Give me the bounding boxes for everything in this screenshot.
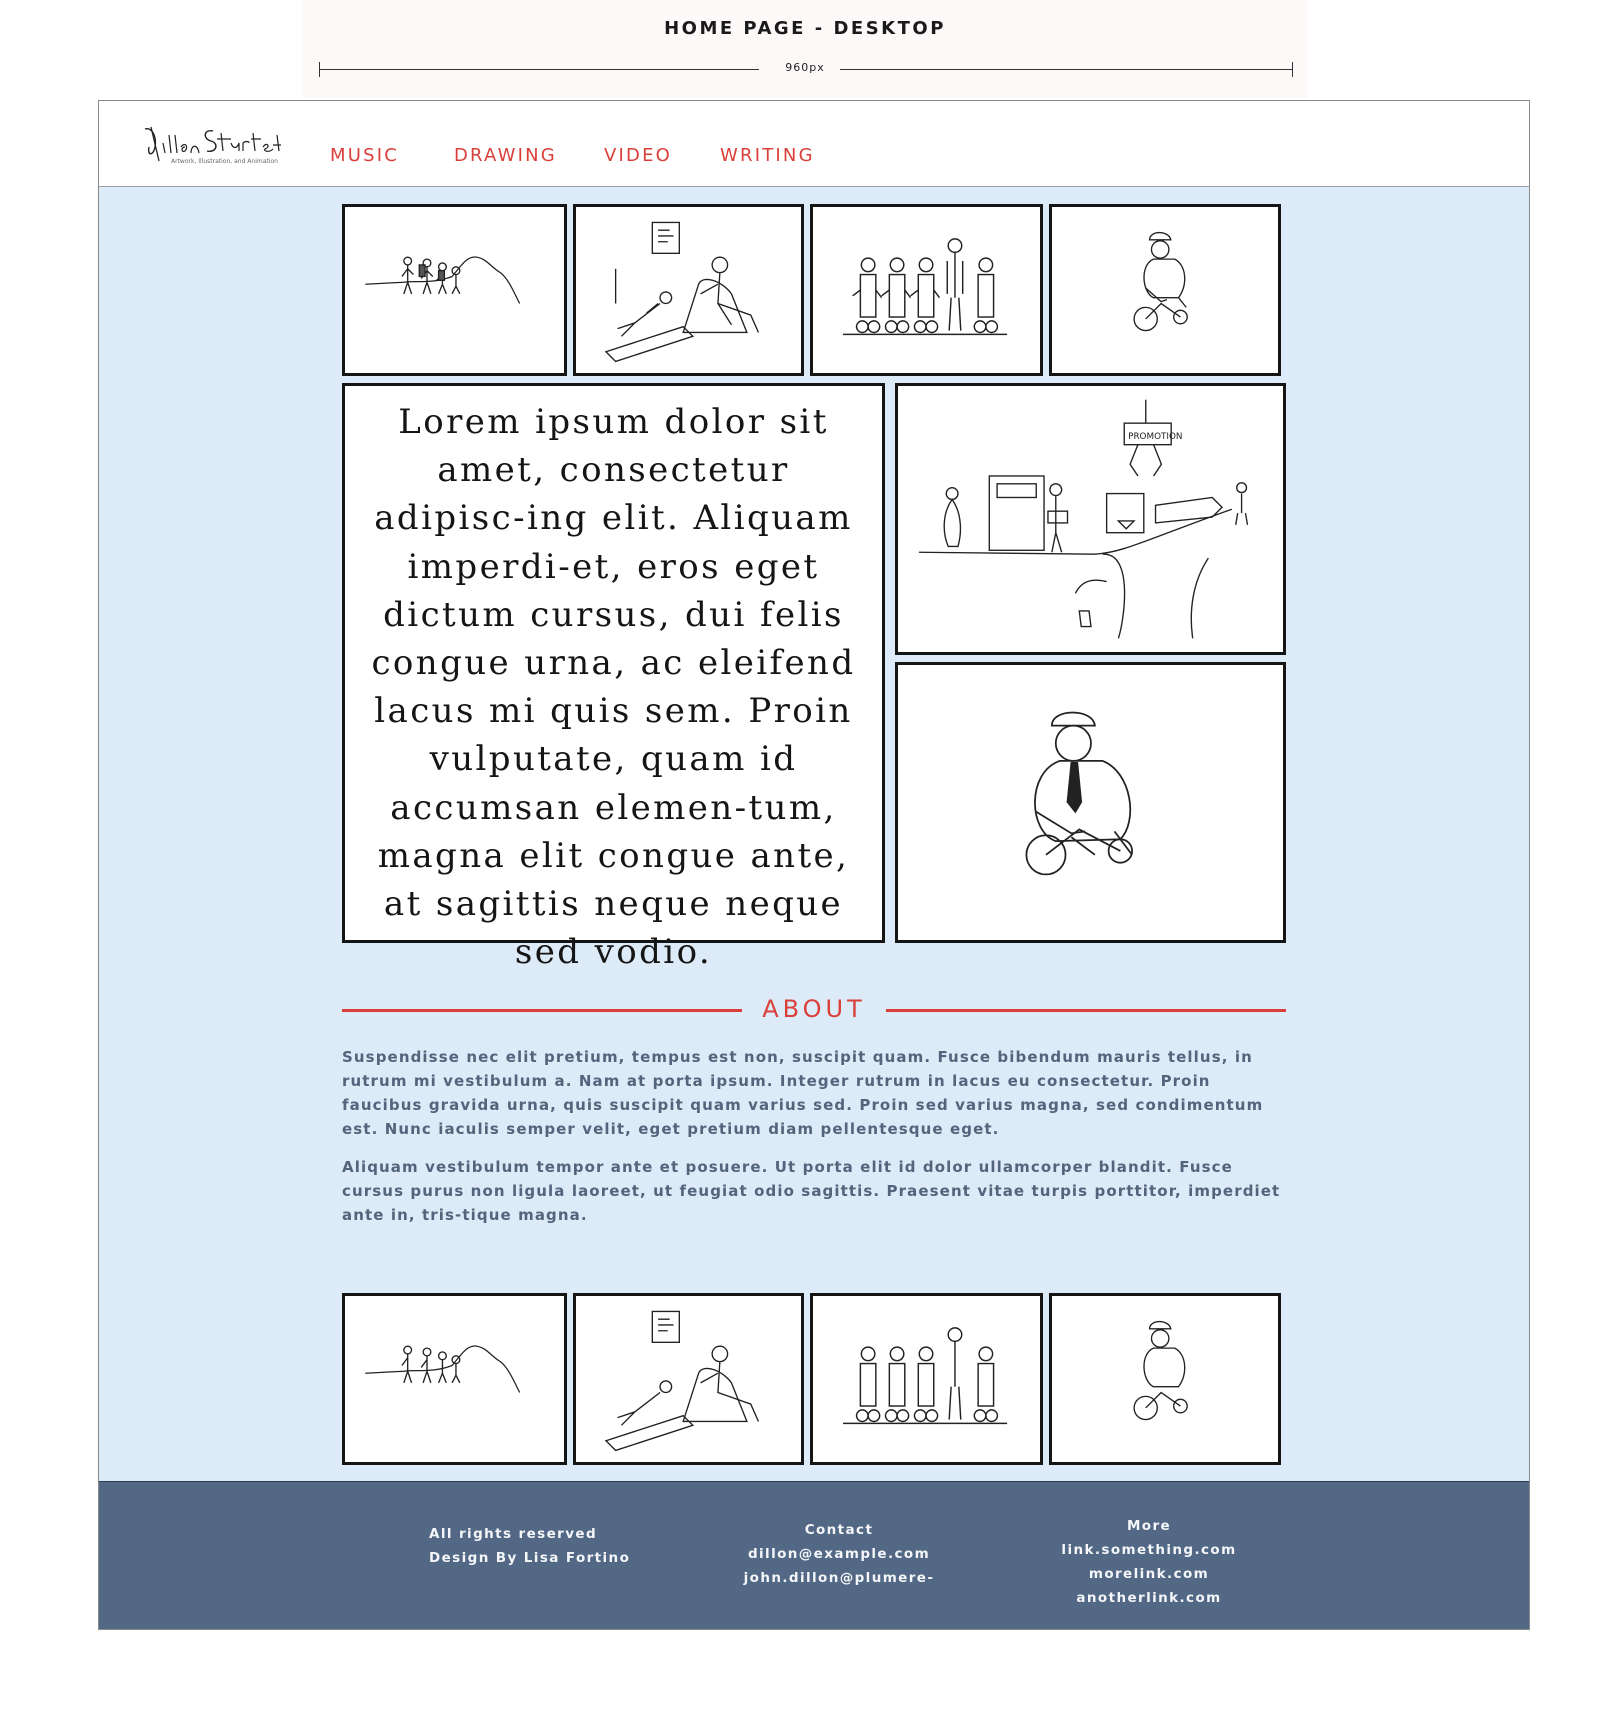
annotation-title: HOME PAGE - DESKTOP [664,18,946,39]
hikers-mountain-drawing-icon [365,1345,521,1393]
gallery-tile-robots[interactable] [810,204,1043,376]
gallery-tile-robots-bottom[interactable] [810,1293,1043,1465]
gallery-tile-hikers-bottom[interactable] [342,1293,567,1465]
footer-rights: All rights reserved [429,1526,598,1542]
nav-drawing[interactable]: DRAWING [454,145,557,166]
gallery-tile-therapist[interactable] [573,204,804,376]
ruler-right-tick [1292,62,1293,77]
robots-lineup-drawing-icon [843,1327,1008,1425]
about-paragraph-1: Suspendisse nec elit pretium, tempus est… [342,1048,1264,1138]
footer-more-heading: More [1126,1518,1172,1534]
footer-link-2[interactable]: morelink.com [1049,1562,1249,1586]
man-tricycle-drawing-icon [1133,231,1188,332]
footer-email-1[interactable]: dillon@example.com [739,1542,939,1566]
gallery-tile-tricycle[interactable] [1049,204,1281,376]
gallery-tile-tricycle-bottom[interactable] [1049,1293,1281,1465]
promotion-claw-drawing-icon: PROMOTION [918,399,1249,639]
footer-contact: Contact dillon@example.com john.dillon@p… [739,1518,939,1590]
nav-music[interactable]: MUSIC [330,145,399,166]
ruler-line-right [840,69,1292,70]
page-frame: Artwork, Illustration, and Animation MUS… [98,100,1530,1630]
site-header: Artwork, Illustration, and Animation MUS… [99,101,1529,187]
gallery-tile-therapist-bottom[interactable] [573,1293,804,1465]
svg-text:PROMOTION: PROMOTION [1128,432,1182,442]
footer-email-2[interactable]: john.dillon@plumere- [739,1566,939,1590]
footer-link-3[interactable]: anotherlink.com [1049,1586,1249,1610]
footer-contact-heading: Contact [804,1522,874,1538]
gallery-tile-hikers[interactable] [342,204,567,376]
footer-link-1[interactable]: link.something.com [1049,1538,1249,1562]
nav-writing[interactable]: WRITING [720,145,815,166]
site-footer: All rights reserved Design By Lisa Forti… [99,1481,1529,1629]
footer-credits: All rights reserved Design By Lisa Forti… [429,1522,630,1570]
footer-credit: Design By Lisa Fortino [429,1550,631,1566]
about-paragraph-2: Aliquam vestibulum tempor ante et posuer… [342,1158,1281,1224]
width-label: 960px [785,61,825,74]
intro-text: Lorem ipsum dolor sit amet, consectetur … [342,383,885,972]
robots-lineup-drawing-icon [843,238,1008,336]
about-rule-right [886,1009,1286,1012]
about-heading: ABOUT [762,995,866,1023]
therapist-couch-drawing-icon [604,221,760,363]
hikers-mountain-drawing-icon [365,256,521,304]
man-tricycle-drawing-icon [1025,711,1133,876]
svg-text:Artwork, Illustration, and Ani: Artwork, Illustration, and Animation [171,158,278,165]
featured-tile-promotion[interactable]: PROMOTION [895,383,1286,655]
nav-video[interactable]: VIDEO [604,145,672,166]
footer-more: More link.something.com morelink.com ano… [1049,1514,1249,1610]
featured-tile-tricycle[interactable] [895,662,1286,943]
man-tricycle-drawing-icon [1133,1320,1188,1421]
therapist-couch-drawing-icon [604,1310,760,1452]
logo[interactable]: Artwork, Illustration, and Animation [141,117,281,167]
annotation-header: HOME PAGE - DESKTOP 960px [302,0,1308,98]
